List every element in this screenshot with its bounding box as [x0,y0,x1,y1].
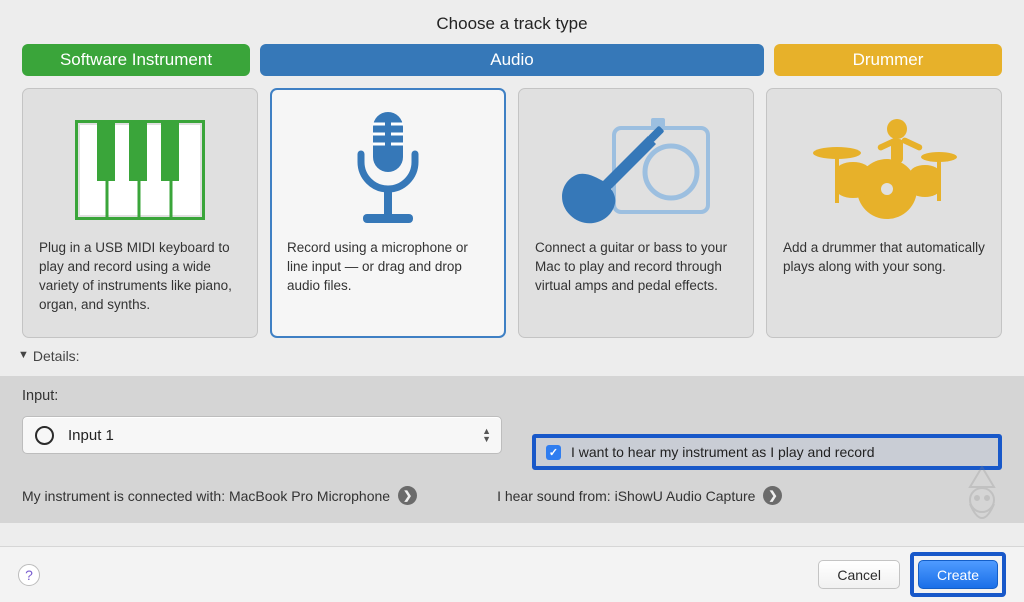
instrument-connection-row: My instrument is connected with: MacBook… [22,486,417,505]
disclosure-triangle-icon: ▼ [18,349,29,361]
connected-device: MacBook Pro Microphone [229,488,390,504]
track-type-cards: Plug in a USB MIDI keyboard to play and … [0,76,1024,342]
card-audio-guitar[interactable]: Connect a guitar or bass to your Mac to … [518,88,754,338]
card-mic-desc: Record using a microphone or line input … [287,239,489,296]
card-drummer-desc: Add a drummer that automatically plays a… [783,239,985,277]
drummer-icon [783,105,985,235]
piano-keys-icon [39,105,241,235]
card-guitar-desc: Connect a guitar or bass to your Mac to … [535,239,737,296]
input-value: Input 1 [68,427,114,444]
create-button[interactable]: Create [918,560,998,589]
monitor-checkbox[interactable]: ✓ [546,445,561,460]
help-button[interactable]: ? [18,564,40,586]
microphone-icon [287,105,489,235]
output-device: iShowU Audio Capture [615,488,756,504]
card-software-desc: Plug in a USB MIDI keyboard to play and … [39,239,241,315]
details-disclosure[interactable]: ▼ Details: [0,342,1024,366]
new-track-dialog: Choose a track type Software Instrument … [0,0,1024,602]
dialog-footer: ? Cancel Create [0,546,1024,602]
output-detail-button[interactable]: ❯ [763,486,782,505]
tab-software-instrument[interactable]: Software Instrument [22,44,250,76]
monitor-checkbox-highlight: ✓ I want to hear my instrument as I play… [532,434,1002,470]
card-audio-mic[interactable]: Record using a microphone or line input … [270,88,506,338]
track-type-tabs: Software Instrument Audio Drummer [0,44,1024,76]
details-panel: Input: Input 1 ▲▼ ✓ I want to hear my in… [0,376,1024,523]
card-drummer[interactable]: Add a drummer that automatically plays a… [766,88,1002,338]
input-channel-icon [35,426,54,445]
tab-drummer[interactable]: Drummer [774,44,1002,76]
cancel-button[interactable]: Cancel [818,560,900,589]
card-software-instrument[interactable]: Plug in a USB MIDI keyboard to play and … [22,88,258,338]
create-button-highlight: Create [910,552,1006,597]
details-label: Details: [33,348,80,364]
input-label: Input: [22,388,502,404]
wizard-watermark-icon [952,462,1012,532]
connection-detail-button[interactable]: ❯ [398,486,417,505]
stepper-icon: ▲▼ [482,427,491,443]
dialog-title: Choose a track type [0,0,1024,44]
tab-audio[interactable]: Audio [260,44,764,76]
input-select[interactable]: Input 1 ▲▼ [22,416,502,454]
output-device-row: I hear sound from: iShowU Audio Capture … [497,486,782,505]
guitar-amp-icon [535,105,737,235]
monitor-label: I want to hear my instrument as I play a… [571,444,874,460]
